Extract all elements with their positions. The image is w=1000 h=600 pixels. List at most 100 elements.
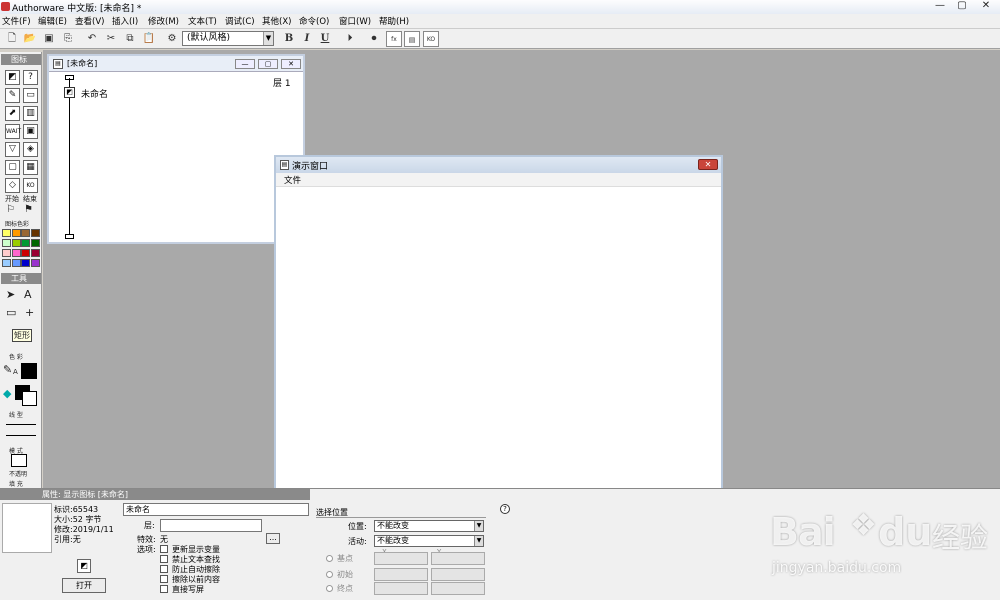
design-maximize-button[interactable]: ▢ <box>258 59 278 69</box>
copy-icon[interactable]: ⧉ <box>122 31 138 47</box>
minimize-button[interactable]: — <box>930 0 950 13</box>
control-panel-icon[interactable]: ⏺ <box>366 31 382 47</box>
find-icon[interactable]: ⚙ <box>164 31 180 47</box>
text-style-select[interactable]: (默认风格) ▼ <box>182 31 274 46</box>
menu-command[interactable]: 命令(O) <box>299 15 329 27</box>
display-icon-name[interactable]: 未命名 <box>81 87 108 100</box>
function-window-icon[interactable]: fx <box>386 31 402 47</box>
menu-window[interactable]: 窗口(W) <box>339 15 371 27</box>
icon-color-swatch[interactable] <box>2 259 11 267</box>
wait-button-icon[interactable]: WAIT <box>5 124 21 139</box>
line-style-thin[interactable] <box>6 424 36 425</box>
maximize-button[interactable]: ▢ <box>952 0 972 13</box>
erase-icon[interactable]: ✎ <box>5 88 20 103</box>
video-icon[interactable]: ▦ <box>23 160 38 175</box>
end-point-radio[interactable] <box>326 585 333 592</box>
import-icon[interactable]: ⎘ <box>60 31 76 47</box>
icon-color-swatch[interactable] <box>21 229 30 237</box>
line-tool-icon[interactable]: + <box>25 306 34 319</box>
icon-color-swatch[interactable] <box>30 229 40 237</box>
background-color-chip[interactable] <box>22 391 37 406</box>
menu-modify[interactable]: 修改(M) <box>148 15 179 27</box>
initial-y-field[interactable] <box>431 568 485 581</box>
calculation-icon[interactable]: ▢ <box>5 160 20 175</box>
base-y-field[interactable] <box>431 552 485 565</box>
icon-color-swatch[interactable] <box>21 239 30 247</box>
icon-color-swatch[interactable] <box>11 229 21 237</box>
base-point-radio[interactable] <box>326 555 333 562</box>
digital-movie-icon[interactable]: ▣ <box>23 124 38 139</box>
icon-color-swatch[interactable] <box>30 259 40 267</box>
bold-button[interactable]: B <box>281 31 297 47</box>
initial-x-field[interactable] <box>374 568 428 581</box>
icon-color-swatch[interactable] <box>30 249 40 257</box>
icon-color-swatch[interactable] <box>11 249 21 257</box>
navigate-icon[interactable]: ⬈ <box>5 106 20 121</box>
close-button[interactable]: ✕ <box>975 0 997 13</box>
text-tool-icon[interactable]: A <box>24 288 32 301</box>
icon-color-swatch[interactable] <box>2 249 11 257</box>
icon-color-swatch[interactable] <box>21 249 30 257</box>
open-button[interactable]: 打开 <box>62 578 106 593</box>
base-x-field[interactable] <box>374 552 428 565</box>
map-icon[interactable]: ◇ <box>5 178 20 193</box>
initial-point-radio[interactable] <box>326 571 333 578</box>
mode-opaque-icon[interactable] <box>11 454 27 467</box>
menu-text[interactable]: 文本(T) <box>188 15 217 27</box>
presentation-menu-file[interactable]: 文件 <box>284 174 301 186</box>
move-select[interactable]: 不能改变 ▼ <box>374 535 484 547</box>
option-checkbox-update-vars[interactable] <box>160 545 168 553</box>
paste-icon[interactable]: 📋 <box>141 31 157 47</box>
icon-color-swatch[interactable] <box>2 229 11 237</box>
flowline[interactable] <box>69 78 70 234</box>
effect-browse-button[interactable]: ... <box>266 533 280 544</box>
interaction-icon[interactable]: ◈ <box>23 142 38 157</box>
underline-button[interactable]: U <box>317 31 333 47</box>
icon-color-swatch[interactable] <box>21 259 30 267</box>
line-color-chip[interactable] <box>21 363 37 379</box>
option-checkbox-erase-previous[interactable] <box>160 575 168 583</box>
display-icon-node[interactable]: ◩ <box>64 87 75 98</box>
display-icon[interactable]: ◩ <box>5 70 20 85</box>
undo-icon[interactable]: ↶ <box>84 31 100 47</box>
save-all-icon[interactable]: ▣ <box>41 31 57 47</box>
option-checkbox-no-text-search[interactable] <box>160 555 168 563</box>
cut-icon[interactable]: ✂ <box>103 31 119 47</box>
open-file-icon[interactable]: 📂 <box>22 31 38 47</box>
icon-color-swatch[interactable] <box>30 239 40 247</box>
knowledge-object-icon[interactable]: KO <box>423 31 439 47</box>
motion-icon[interactable]: ? <box>23 70 38 85</box>
design-close-button[interactable]: ✕ <box>281 59 301 69</box>
end-flag-icon[interactable]: ⚑ <box>24 204 33 215</box>
decision-icon[interactable]: ▽ <box>5 142 20 157</box>
presentation-close-button[interactable]: ✕ <box>698 159 718 170</box>
option-checkbox-prevent-erase[interactable] <box>160 565 168 573</box>
run-icon[interactable]: ⏵ <box>342 31 358 47</box>
end-x-field[interactable] <box>374 582 428 595</box>
layer-field[interactable] <box>160 519 262 532</box>
start-flag-icon[interactable]: ⚐ <box>6 204 15 215</box>
menu-edit[interactable]: 编辑(E) <box>38 15 67 27</box>
position-select[interactable]: 不能改变 ▼ <box>374 520 484 532</box>
menu-help[interactable]: 帮助(H) <box>379 15 409 27</box>
icon-color-swatch[interactable] <box>2 239 11 247</box>
help-button[interactable]: ? <box>500 504 510 514</box>
rectangle-tool-icon[interactable]: ▭ <box>6 306 16 319</box>
end-y-field[interactable] <box>431 582 485 595</box>
icon-color-swatch[interactable] <box>11 259 21 267</box>
variable-window-icon[interactable]: ▤ <box>404 31 420 47</box>
option-checkbox-direct-write[interactable] <box>160 585 168 593</box>
pointer-tool-icon[interactable]: ➤ <box>6 288 15 301</box>
italic-button[interactable]: I <box>299 31 315 47</box>
icon-name-field[interactable]: 未命名 <box>123 503 309 516</box>
menu-insert[interactable]: 插入(I) <box>112 15 138 27</box>
wait-icon[interactable]: ▭ <box>23 88 38 103</box>
design-minimize-button[interactable]: — <box>235 59 255 69</box>
menu-file[interactable]: 文件(F) <box>2 15 31 27</box>
line-style-medium[interactable] <box>6 435 36 436</box>
icon-color-swatch[interactable] <box>11 239 21 247</box>
knowledge-object-palette-icon[interactable]: KO <box>23 178 38 193</box>
framework-icon[interactable]: ▥ <box>23 106 38 121</box>
menu-view[interactable]: 查看(V) <box>75 15 104 27</box>
new-file-icon[interactable]: 🗋 <box>4 31 20 47</box>
